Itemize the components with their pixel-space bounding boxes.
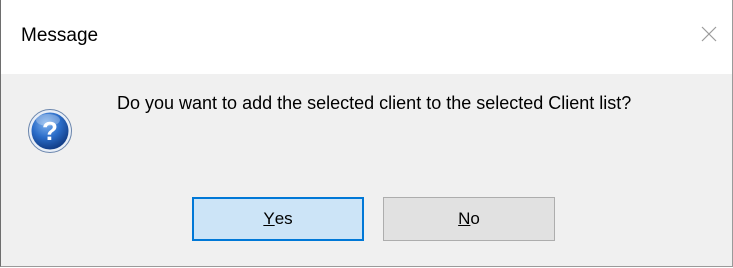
question-glyph: ? [42, 116, 58, 146]
message-text: Do you want to add the selected client t… [117, 93, 632, 113]
close-button[interactable] [686, 0, 732, 68]
question-icon: ? [28, 109, 72, 153]
title-bar[interactable]: Message [1, 0, 732, 74]
close-icon [701, 26, 717, 42]
button-bar: Yes No [1, 178, 732, 266]
no-mnemonic: N [458, 209, 471, 228]
no-label-rest: o [470, 209, 480, 228]
yes-mnemonic: Y [263, 209, 275, 228]
window-title: Message [21, 25, 99, 46]
yes-label-rest: es [274, 209, 293, 228]
message-dialog: Message ? Do you want to add the selecte… [0, 0, 733, 267]
no-button[interactable]: No [383, 197, 555, 241]
message-content: ? Do you want to add the selected client… [1, 74, 732, 178]
yes-button[interactable]: Yes [192, 197, 364, 241]
